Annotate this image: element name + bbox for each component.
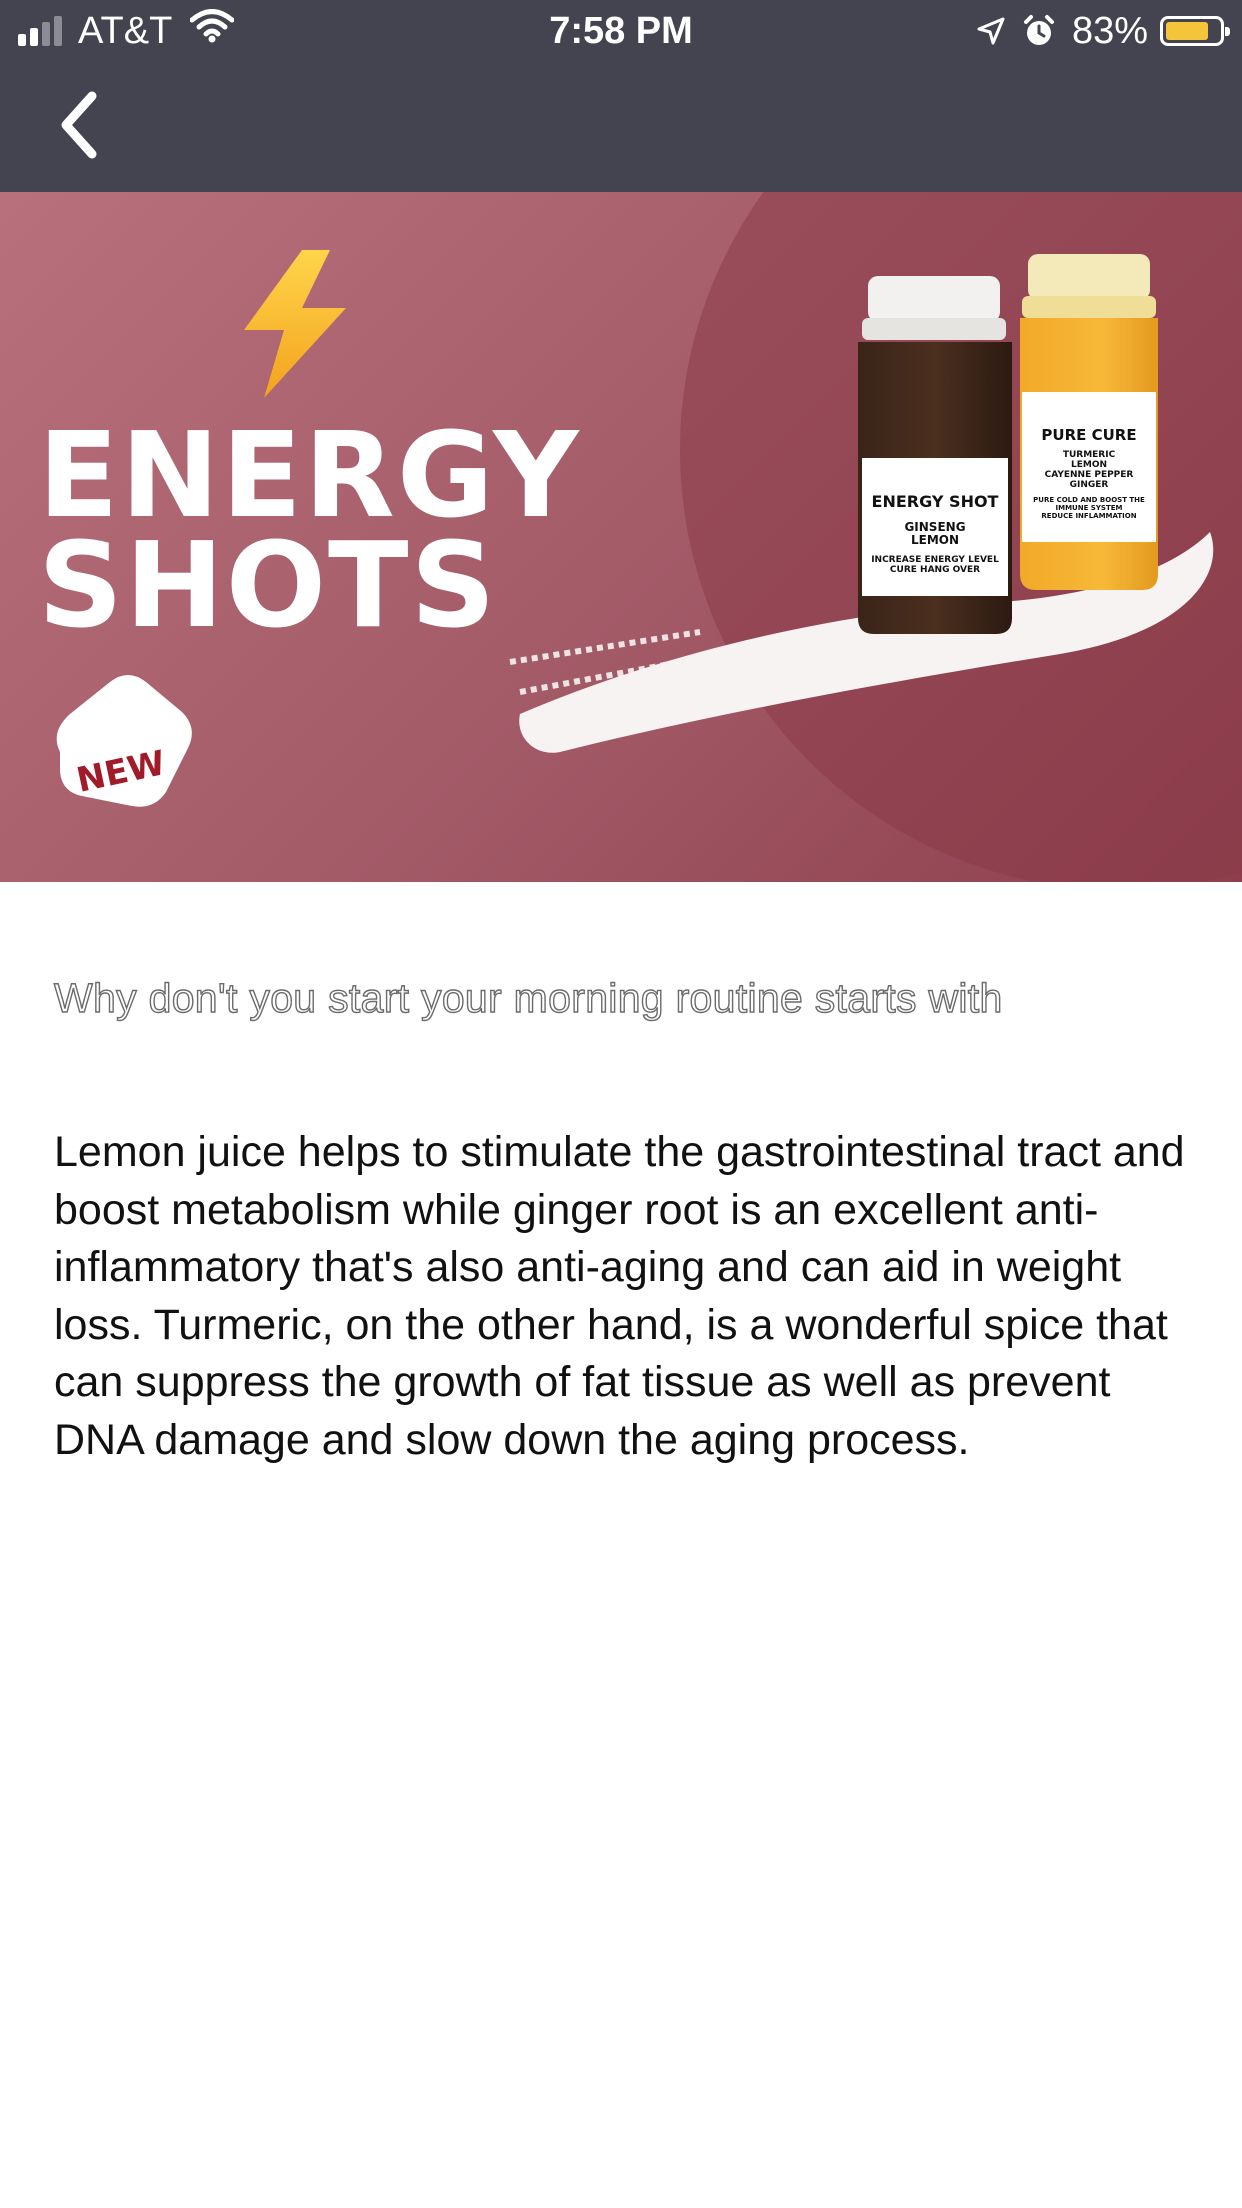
alarm-icon <box>1022 14 1056 48</box>
energy-shot-name: ENERGY SHOT <box>871 492 999 511</box>
status-right: 83% <box>960 9 1230 52</box>
top-bar: AT&T 7:58 PM 83% <box>0 0 1242 192</box>
pure-cure-note: PURE COLD AND BOOST THE IMMUNE SYSTEM RE… <box>1033 496 1145 520</box>
lightning-bolt-icon <box>244 250 346 398</box>
hero-banner: ENERGY SHOTS ENERGY SHOT GINSENG LEMON I… <box>0 192 1242 882</box>
location-arrow-icon <box>976 16 1006 46</box>
energy-shot-ingredients: GINSENG LEMON <box>904 520 966 547</box>
chevron-left-icon <box>61 91 97 159</box>
hero-title: ENERGY SHOTS <box>38 406 581 654</box>
description-text: Lemon juice helps to stimulate the gastr… <box>54 1128 1185 1464</box>
pure-cure-name: PURE CURE <box>1041 426 1137 444</box>
energy-shot-note: INCREASE ENERGY LEVEL CURE HANG OVER <box>871 555 999 575</box>
battery-percent: 83% <box>1071 9 1148 52</box>
battery-icon <box>1160 16 1230 46</box>
intro-heading: Why don't you start your morning routine… <box>53 974 1003 1021</box>
pure-cure-label: PURE CURE TURMERIC LEMON CAYENNE PEPPER … <box>1022 392 1156 542</box>
energy-shot-label: ENERGY SHOT GINSENG LEMON INCREASE ENERG… <box>862 458 1008 596</box>
new-badge: NEW <box>48 716 194 834</box>
pure-cure-ingredients: TURMERIC LEMON CAYENNE PEPPER GINGER <box>1044 450 1134 490</box>
back-button[interactable] <box>52 88 112 162</box>
new-badge-text: NEW <box>73 743 169 801</box>
status-bar: AT&T 7:58 PM 83% <box>0 0 1242 62</box>
